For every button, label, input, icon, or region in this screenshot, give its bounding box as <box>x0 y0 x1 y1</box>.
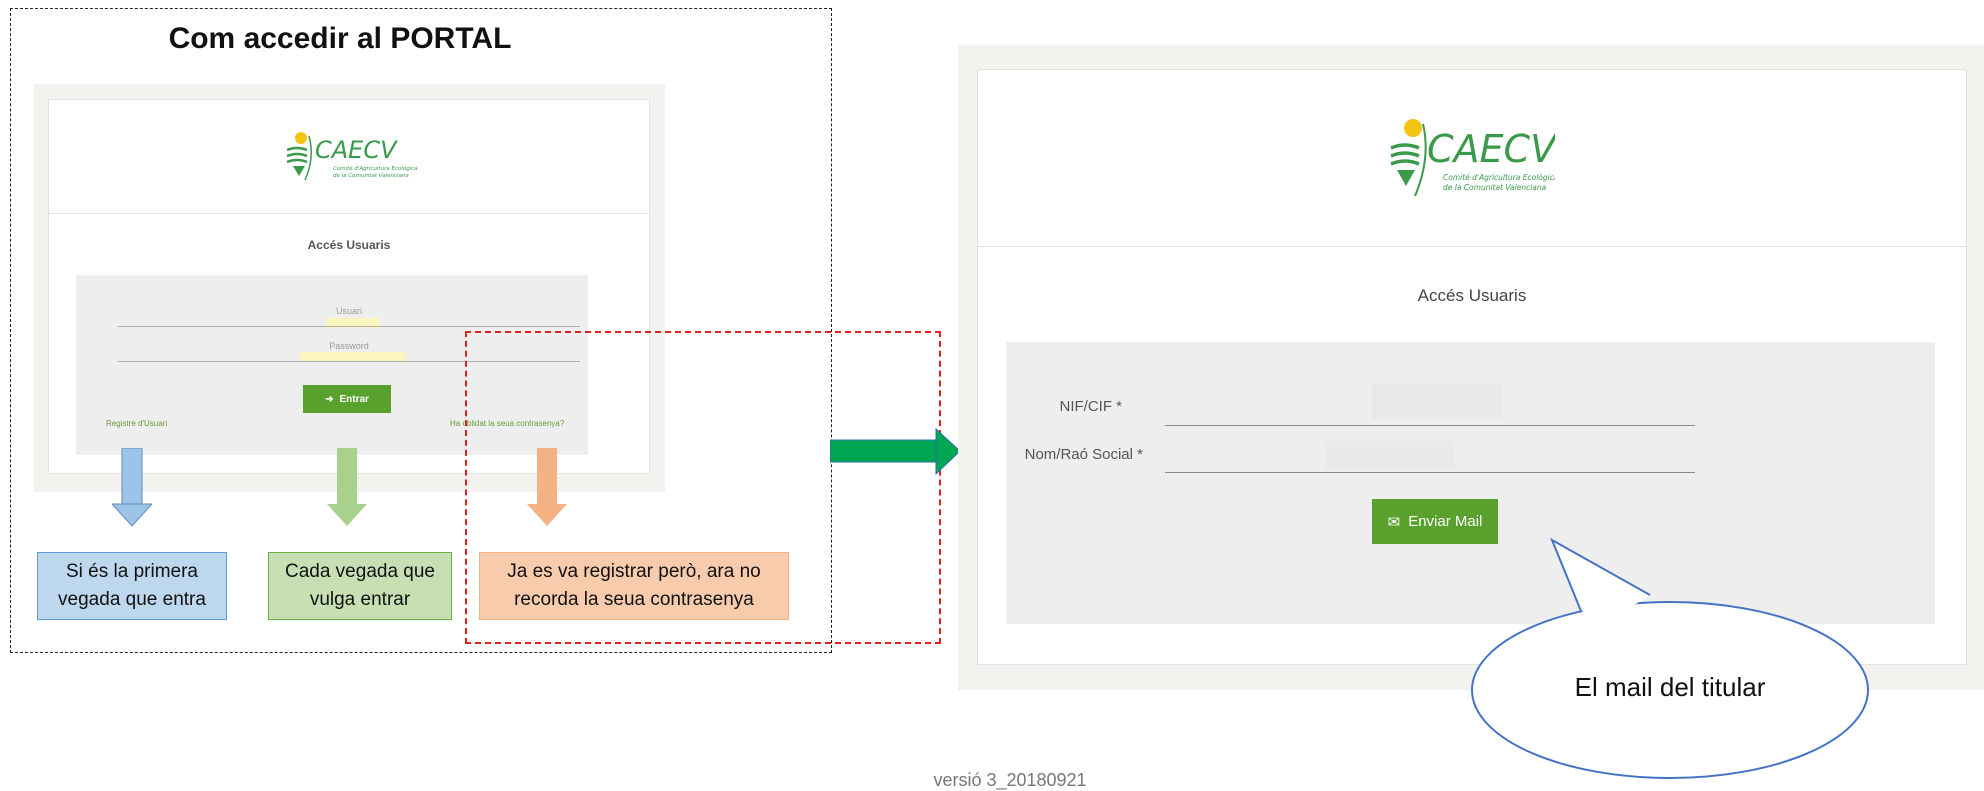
register-link[interactable]: Registre d'Usuari <box>106 419 167 428</box>
nif-input[interactable] <box>1372 383 1502 419</box>
each-time-box: Cada vegada que vulga entrar <box>268 552 452 620</box>
caecv-logo-small: CAECV Comité d'Agricultura Ecològica de … <box>286 132 418 181</box>
nif-underline <box>1165 425 1695 426</box>
small-usuari-underline <box>118 326 580 327</box>
nom-underline <box>1165 472 1695 473</box>
connector-arrow-right <box>830 428 961 476</box>
small-access-heading: Accés Usuaris <box>307 238 391 252</box>
arrow-down-green <box>327 448 367 526</box>
nif-label: NIF/CIF * <box>1059 398 1123 415</box>
callout-text: El mail del titular <box>1574 672 1766 702</box>
small-entrar-button[interactable]: ➜ Entrar <box>303 385 391 413</box>
small-card-divider <box>48 213 650 214</box>
nom-label: Nom/Raó Social * <box>1024 446 1143 463</box>
red-dashed-frame <box>465 331 941 644</box>
caecv-logo-large: CAECV Comité d'Agricultura Ecològica de … <box>1390 119 1555 197</box>
first-time-box: Si és la primera vegada que entra <box>37 552 227 620</box>
envelope-icon: ✉ <box>1387 513 1401 531</box>
send-mail-label: Enviar Mail <box>1408 513 1483 530</box>
svg-text:Comité d'Agricultura Ecològica: Comité d'Agricultura Ecològica <box>333 165 418 172</box>
arrow-down-blue <box>112 448 152 527</box>
right-card-divider <box>977 246 1967 247</box>
small-usuari-label: Usuari <box>335 306 362 316</box>
logo-text-small: CAECV <box>315 136 398 164</box>
access-heading: Accés Usuaris <box>1417 286 1527 305</box>
version-footer: versió 3_20180921 <box>933 770 1087 790</box>
svg-text:de la Comunitat Valenciana: de la Comunitat Valenciana <box>333 173 409 179</box>
small-password-label: Password <box>329 341 369 351</box>
small-entrar-label: Entrar <box>339 393 369 405</box>
nom-input[interactable] <box>1325 441 1455 469</box>
svg-text:de la Comunitat Valenciana: de la Comunitat Valenciana <box>1443 183 1547 192</box>
sign-in-icon: ➜ <box>325 393 334 405</box>
logo-text-large: CAECV <box>1427 127 1555 171</box>
speech-bubble <box>1471 537 1869 779</box>
svg-text:Comité d'Agricultura Ecològica: Comité d'Agricultura Ecològica <box>1443 173 1555 182</box>
page-title: Com accedir al PORTAL <box>168 22 512 55</box>
